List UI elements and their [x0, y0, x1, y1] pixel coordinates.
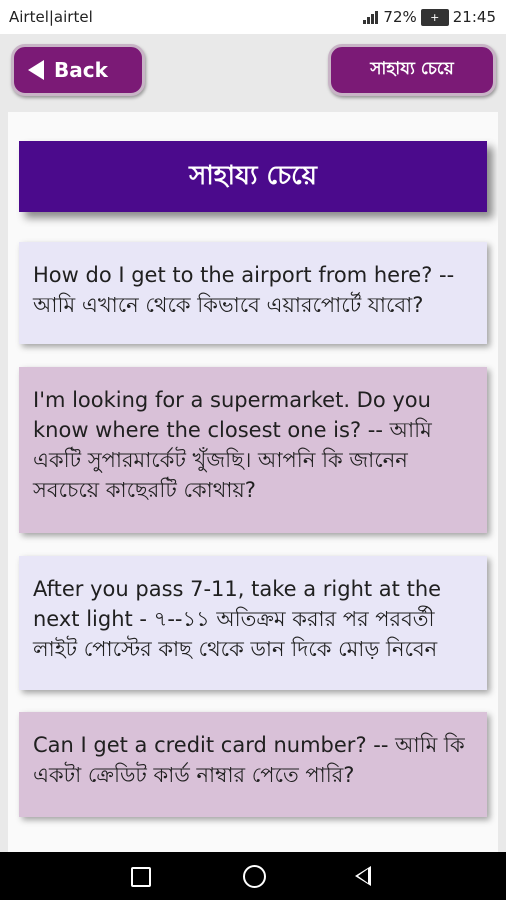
phrase-text: Can I get a credit card number? -- আমি ক…	[33, 733, 465, 787]
header: Back সাহায্য চেয়ে	[0, 34, 506, 112]
phrase-text: I'm looking for a supermarket. Do you kn…	[33, 388, 432, 502]
recent-apps-icon[interactable]	[131, 867, 151, 887]
phrase-card[interactable]: After you pass 7-11, take a right at the…	[19, 556, 487, 690]
back-arrow-icon	[28, 60, 44, 80]
status-bar: Airtel|airtel 72% + 21:45	[0, 0, 506, 34]
back-button-label: Back	[54, 58, 108, 82]
signal-icon	[363, 10, 379, 24]
battery-charging-icon: +	[420, 8, 449, 26]
page-title: সাহায্য চেয়ে	[19, 141, 487, 212]
phrase-card[interactable]: I'm looking for a supermarket. Do you kn…	[19, 367, 487, 533]
help-button[interactable]: সাহায্য চেয়ে	[328, 44, 496, 96]
phrase-card[interactable]: How do I get to the airport from here? -…	[19, 242, 487, 344]
help-button-label: সাহায্য চেয়ে	[370, 59, 454, 79]
phrase-text: How do I get to the airport from here? -…	[33, 263, 455, 317]
carrier-name: Airtel|airtel	[9, 8, 93, 26]
clock: 21:45	[452, 8, 496, 26]
navigation-bar	[0, 852, 506, 900]
back-button[interactable]: Back	[11, 44, 145, 96]
phrase-card[interactable]: Can I get a credit card number? -- আমি ক…	[19, 712, 487, 817]
content-panel[interactable]: সাহায্য চেয়ে How do I get to the airpor…	[8, 112, 498, 852]
back-icon[interactable]	[355, 866, 371, 886]
status-right: 72% + 21:45	[363, 8, 496, 26]
phrase-text: After you pass 7-11, take a right at the…	[33, 577, 442, 661]
battery-percent: 72%	[383, 8, 417, 26]
home-icon[interactable]	[243, 865, 266, 888]
